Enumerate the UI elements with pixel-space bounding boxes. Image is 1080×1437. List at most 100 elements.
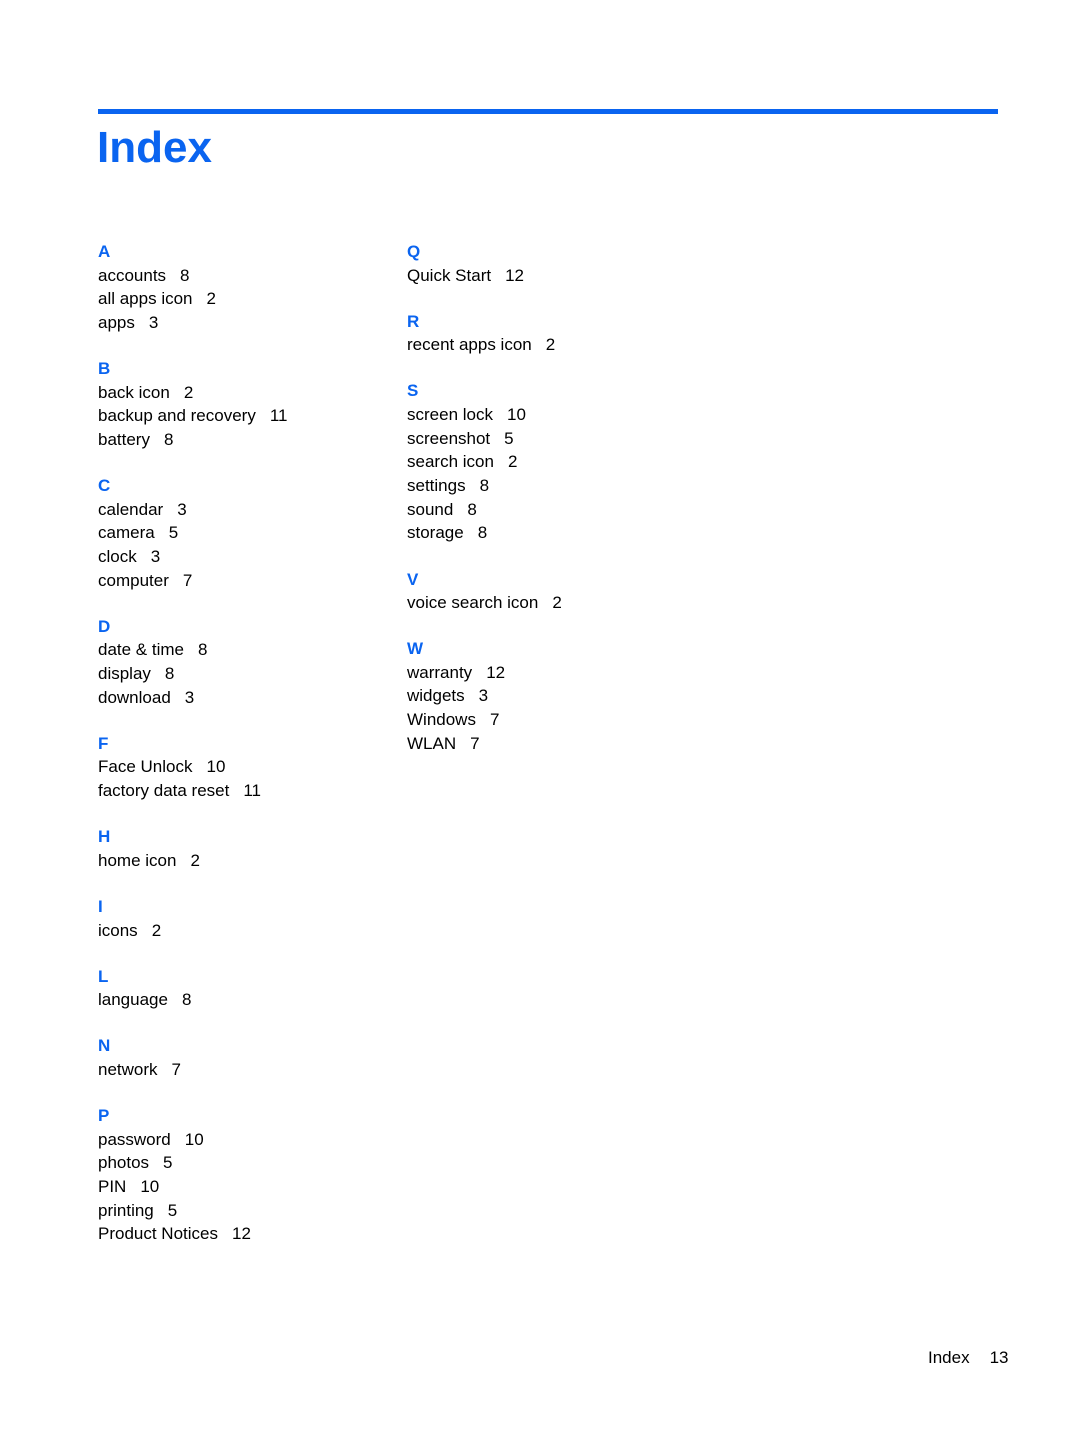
- entry-term: language: [98, 990, 168, 1010]
- index-entry[interactable]: Windows 7: [407, 708, 707, 732]
- index-entry[interactable]: screen lock 10: [407, 403, 707, 427]
- index-entry[interactable]: battery 8: [98, 428, 398, 452]
- entry-page-link[interactable]: 10: [507, 405, 526, 424]
- index-entry[interactable]: apps 3: [98, 311, 398, 335]
- entry-term: camera: [98, 523, 155, 543]
- index-entry[interactable]: computer 7: [98, 569, 398, 593]
- entry-page-link[interactable]: 2: [184, 383, 193, 402]
- entry-term: network: [98, 1059, 158, 1079]
- entry-page-link[interactable]: 8: [480, 476, 489, 495]
- index-entry[interactable]: settings 8: [407, 474, 707, 498]
- entry-page-link[interactable]: 12: [232, 1224, 251, 1243]
- entry-page-link[interactable]: 2: [546, 335, 555, 354]
- index-section: Bback icon 2 backup and recovery 11 battery 8: [98, 357, 398, 452]
- entry-term: apps: [98, 312, 135, 332]
- page-title: Index: [97, 123, 212, 172]
- entry-page-link[interactable]: 11: [270, 406, 288, 425]
- entry-page-link[interactable]: 2: [190, 851, 199, 870]
- entry-page-link[interactable]: 5: [163, 1153, 172, 1172]
- index-entry[interactable]: backup and recovery 11: [98, 404, 398, 428]
- entry-page-link[interactable]: 7: [183, 571, 192, 590]
- entry-term: Windows: [407, 710, 476, 730]
- entry-page-link[interactable]: 3: [149, 313, 158, 332]
- index-section: Ccalendar 3 camera 5 clock 3 computer 7: [98, 474, 398, 592]
- entry-page-link[interactable]: 3: [479, 686, 488, 705]
- index-entry[interactable]: recent apps icon 2: [407, 333, 707, 357]
- entry-term: widgets: [407, 686, 465, 706]
- index-entry[interactable]: PIN 10: [98, 1175, 398, 1199]
- entry-page-link[interactable]: 7: [172, 1060, 181, 1079]
- index-entry[interactable]: storage 8: [407, 521, 707, 545]
- entry-page-link[interactable]: 8: [164, 430, 173, 449]
- section-letter: W: [407, 639, 424, 659]
- entry-page-link[interactable]: 8: [165, 664, 174, 683]
- entry-page-link[interactable]: 5: [168, 1201, 177, 1220]
- index-entry[interactable]: photos 5: [98, 1151, 398, 1175]
- entry-page-link[interactable]: 8: [478, 523, 487, 542]
- index-entry[interactable]: sound 8: [407, 498, 707, 522]
- index-entry[interactable]: password 10: [98, 1128, 398, 1152]
- entry-page-link[interactable]: 8: [467, 500, 476, 519]
- index-entry[interactable]: accounts 8: [98, 264, 398, 288]
- entry-term: Face Unlock: [98, 757, 193, 777]
- index-entry[interactable]: WLAN 7: [407, 732, 707, 756]
- entry-page-link[interactable]: 3: [177, 500, 186, 519]
- index-section: Ddate & time 8 display 8 download 3: [98, 615, 398, 710]
- index-entry[interactable]: warranty 12: [407, 661, 707, 685]
- section-letter: S: [407, 381, 419, 401]
- entry-page-link[interactable]: 8: [180, 266, 189, 285]
- page-number: 13: [989, 1348, 1009, 1367]
- entry-page-link[interactable]: 2: [552, 593, 561, 612]
- index-entry[interactable]: home icon 2: [98, 849, 398, 873]
- entry-page-link[interactable]: 5: [504, 429, 513, 448]
- entry-term: photos: [98, 1153, 150, 1173]
- entry-page-link[interactable]: 12: [486, 663, 505, 682]
- index-column-right: Q Quick Start 12 Rrecent apps icon 2 Sscreen …: [407, 240, 707, 778]
- index-entry[interactable]: all apps icon 2: [98, 287, 398, 311]
- index-entry[interactable]: icons 2: [98, 919, 398, 943]
- entry-page-link[interactable]: 10: [206, 757, 225, 776]
- entry-page-link[interactable]: 2: [508, 452, 517, 471]
- index-entry[interactable]: download 3: [98, 686, 398, 710]
- entry-page-link[interactable]: 7: [470, 734, 479, 753]
- entry-term: settings: [407, 475, 466, 495]
- index-entry[interactable]: language 8: [98, 988, 398, 1012]
- entry-page-link[interactable]: 5: [169, 523, 178, 542]
- entry-page-link[interactable]: 11: [243, 781, 261, 800]
- entry-page-link[interactable]: 2: [152, 921, 161, 940]
- index-entry[interactable]: calendar 3: [98, 498, 398, 522]
- entry-page-link[interactable]: 8: [198, 640, 207, 659]
- index-section: Ppassword 10 photos 5 PIN 10 printing 5 Product …: [98, 1104, 398, 1246]
- index-entry[interactable]: widgets 3: [407, 684, 707, 708]
- entry-page-link[interactable]: 8: [182, 990, 191, 1009]
- section-letter: I: [98, 897, 103, 916]
- entry-page-link[interactable]: 7: [490, 710, 499, 729]
- index-entry[interactable]: factory data reset 11: [98, 779, 398, 803]
- entry-term: backup and recovery: [98, 406, 256, 426]
- section-letter: V: [407, 569, 419, 589]
- entry-page-link[interactable]: 2: [207, 289, 216, 308]
- index-entry[interactable]: screenshot 5: [407, 427, 707, 451]
- entry-page-link[interactable]: 10: [140, 1177, 159, 1196]
- index-entry[interactable]: camera 5: [98, 521, 398, 545]
- entry-term: calendar: [98, 499, 164, 519]
- index-entry[interactable]: display 8: [98, 662, 398, 686]
- entry-page-link[interactable]: 3: [151, 547, 160, 566]
- index-entry[interactable]: network 7: [98, 1058, 398, 1082]
- index-entry[interactable]: Quick Start 12: [407, 264, 707, 288]
- entry-page-link[interactable]: 10: [185, 1130, 204, 1149]
- entry-term: WLAN: [407, 733, 457, 753]
- index-column-left: Aaccounts 8 all apps icon 2 apps 3 Bback icon 2…: [98, 240, 398, 1269]
- index-entry[interactable]: date & time 8: [98, 638, 398, 662]
- index-entry[interactable]: search icon 2: [407, 450, 707, 474]
- index-entry[interactable]: clock 3: [98, 545, 398, 569]
- index-entry[interactable]: printing 5: [98, 1199, 398, 1223]
- entry-term: sound: [407, 499, 454, 519]
- entry-page-link[interactable]: 3: [185, 688, 194, 707]
- index-entry[interactable]: back icon 2: [98, 381, 398, 405]
- entry-page-link[interactable]: 12: [505, 266, 524, 285]
- index-entry[interactable]: Face Unlock 10: [98, 755, 398, 779]
- index-entry[interactable]: voice search icon 2: [407, 591, 707, 615]
- entry-term: screenshot: [407, 428, 491, 448]
- index-entry[interactable]: Product Notices 12: [98, 1222, 398, 1246]
